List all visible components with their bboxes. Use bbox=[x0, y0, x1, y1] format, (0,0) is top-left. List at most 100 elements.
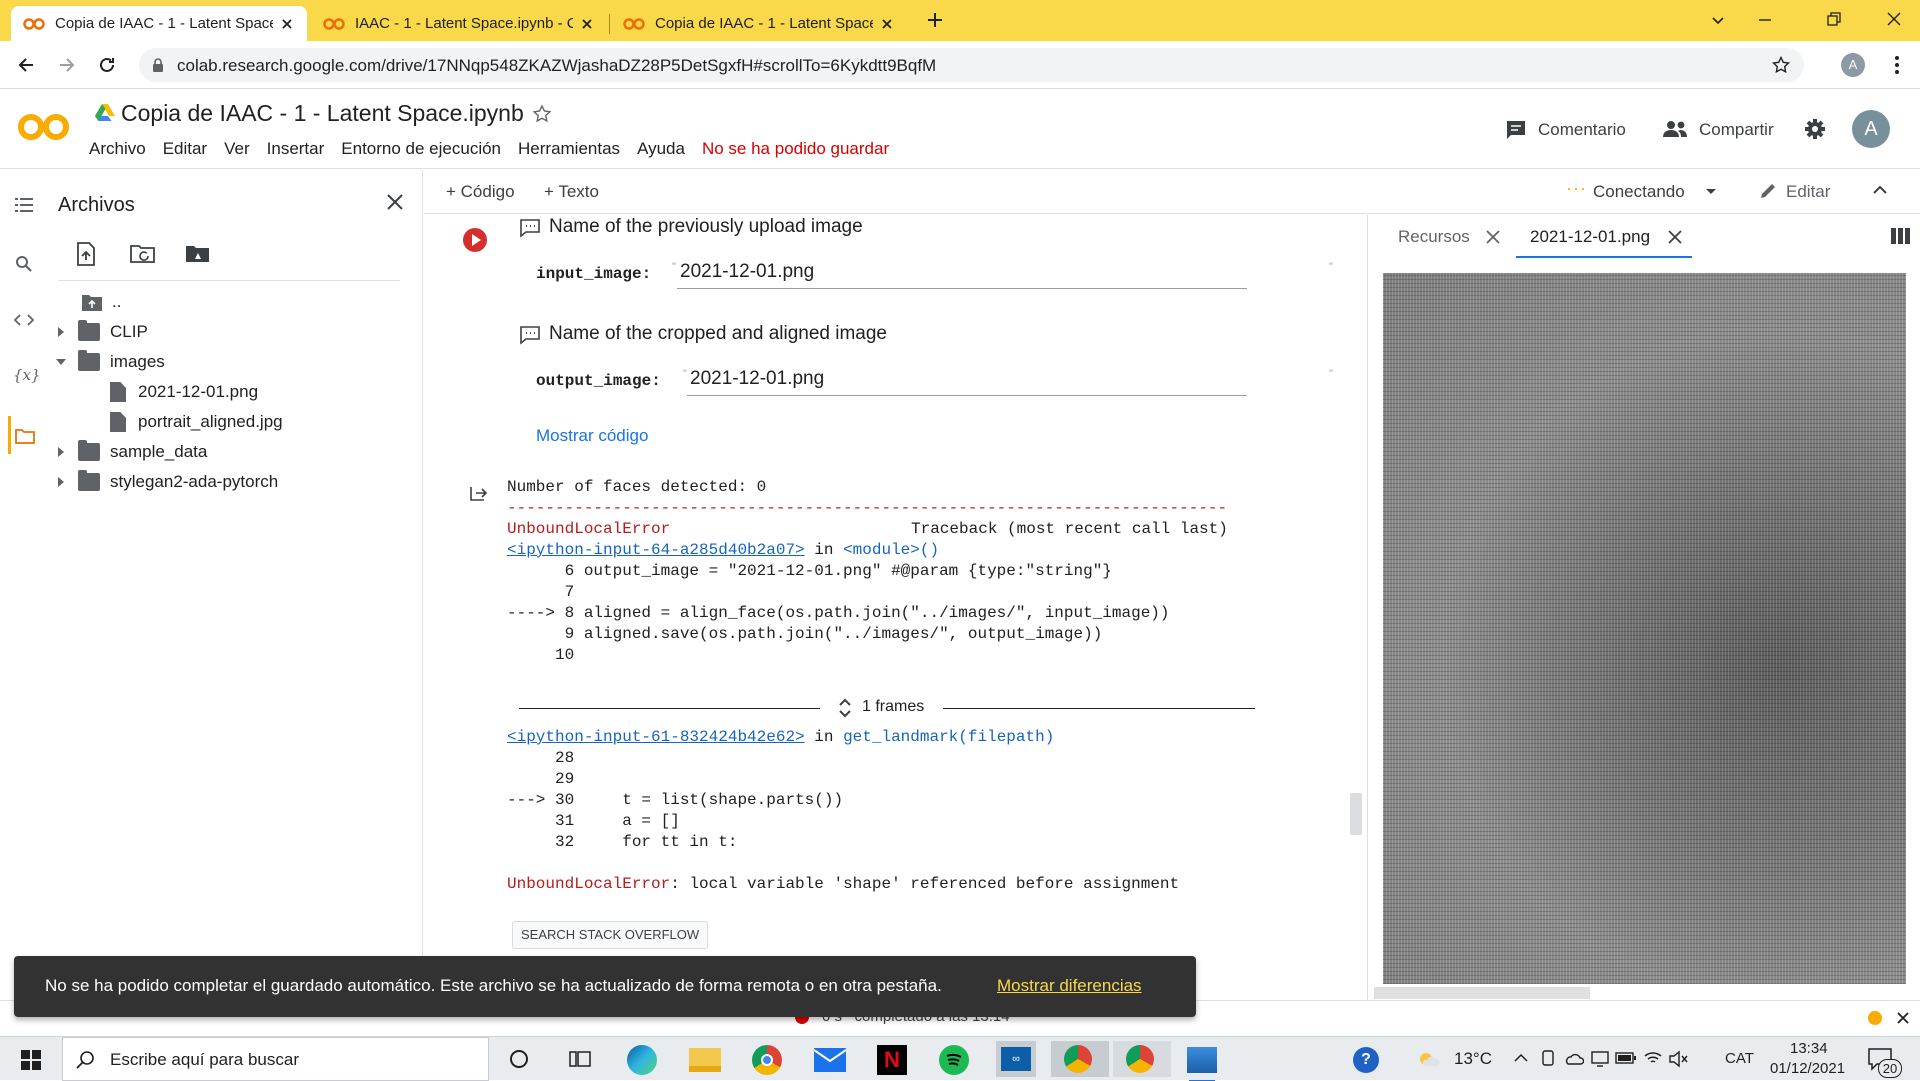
window-close-icon[interactable] bbox=[1886, 11, 1902, 27]
volume-muted-icon[interactable] bbox=[1668, 1050, 1688, 1068]
add-code-button[interactable]: + Código bbox=[446, 182, 515, 202]
taskbar-chrome-profile-1[interactable] bbox=[1051, 1041, 1109, 1077]
menu-entorno[interactable]: Entorno de ejecución bbox=[341, 139, 501, 158]
menu-herramientas[interactable]: Herramientas bbox=[518, 139, 620, 158]
share-people-icon[interactable] bbox=[1662, 120, 1688, 138]
collapse-header-icon[interactable] bbox=[1872, 184, 1888, 196]
display-icon[interactable] bbox=[1591, 1050, 1609, 1068]
close-recursos-icon[interactable] bbox=[1485, 229, 1501, 245]
file-row-png[interactable]: 2021-12-01.png bbox=[110, 378, 258, 406]
clock-time[interactable]: 13:34 bbox=[1790, 1040, 1828, 1057]
file-row-images[interactable]: images bbox=[56, 348, 165, 376]
file-explorer-icon[interactable] bbox=[689, 1048, 721, 1072]
panel-hscroll[interactable] bbox=[1374, 987, 1590, 999]
menu-editar[interactable]: Editar bbox=[163, 139, 207, 158]
bookmark-star-icon[interactable] bbox=[1772, 56, 1790, 74]
output-redirect-icon[interactable] bbox=[468, 483, 488, 503]
colab-logo-icon[interactable] bbox=[18, 112, 70, 142]
task-view-icon[interactable] bbox=[569, 1049, 591, 1069]
code-snippets-icon[interactable] bbox=[14, 313, 34, 327]
runtime-dropdown-icon[interactable] bbox=[1705, 188, 1717, 196]
url-text[interactable]: colab.research.google.com/drive/17NNqp54… bbox=[177, 56, 936, 76]
browser-menu-icon[interactable] bbox=[1894, 55, 1900, 75]
runtime-status[interactable]: Conectando bbox=[1593, 182, 1685, 202]
close-panel-icon[interactable] bbox=[385, 192, 405, 212]
close-tab-icon[interactable] bbox=[879, 16, 895, 32]
file-row-jpg[interactable]: portrait_aligned.jpg bbox=[110, 408, 283, 436]
search-icon[interactable] bbox=[15, 255, 33, 273]
status-close-icon[interactable] bbox=[1896, 1011, 1910, 1025]
files-folder-icon[interactable] bbox=[15, 428, 35, 444]
chrome-icon[interactable] bbox=[752, 1045, 782, 1075]
close-tab-icon[interactable] bbox=[279, 16, 295, 32]
photos-icon[interactable] bbox=[1187, 1047, 1217, 1073]
profile-avatar[interactable]: A bbox=[1841, 53, 1865, 77]
show-code-link[interactable]: Mostrar código bbox=[536, 426, 648, 446]
netflix-icon[interactable]: N bbox=[877, 1045, 907, 1075]
menu-insertar[interactable]: Insertar bbox=[267, 139, 325, 158]
omnibox[interactable]: colab.research.google.com/drive/17NNqp54… bbox=[139, 48, 1804, 82]
weather-icon[interactable] bbox=[1417, 1050, 1441, 1068]
clock-date[interactable]: 01/12/2021 bbox=[1770, 1060, 1845, 1077]
frames-count[interactable]: 1 frames bbox=[862, 698, 924, 716]
tab-recursos[interactable]: Recursos bbox=[1398, 227, 1470, 247]
reload-icon[interactable] bbox=[97, 55, 117, 75]
save-error-link[interactable]: No se ha podido guardar bbox=[702, 139, 889, 158]
forward-icon[interactable] bbox=[57, 55, 77, 75]
toc-list-icon[interactable] bbox=[15, 197, 33, 213]
settings-gear-icon[interactable] bbox=[1804, 118, 1826, 140]
help-icon[interactable]: ? bbox=[1353, 1047, 1379, 1073]
tab-image-file[interactable]: 2021-12-01.png bbox=[1530, 227, 1650, 247]
close-image-tab-icon[interactable] bbox=[1667, 229, 1683, 245]
star-icon[interactable] bbox=[532, 104, 552, 124]
menu-ver[interactable]: Ver bbox=[224, 139, 250, 158]
file-row-sample-data[interactable]: sample_data bbox=[58, 438, 207, 466]
mount-drive-icon[interactable] bbox=[185, 244, 211, 264]
temperature[interactable]: 13°C bbox=[1454, 1049, 1492, 1069]
edge-icon[interactable] bbox=[627, 1045, 657, 1075]
comment-button[interactable]: Comentario bbox=[1538, 120, 1626, 140]
share-button[interactable]: Compartir bbox=[1699, 120, 1774, 140]
tray-chevron-icon[interactable] bbox=[1514, 1053, 1528, 1063]
expand-arrow-icon[interactable] bbox=[58, 477, 64, 487]
tab-search-chevron-icon[interactable] bbox=[1710, 12, 1726, 28]
mail-icon[interactable] bbox=[814, 1048, 846, 1072]
input-image-field[interactable]: 2021-12-01.png bbox=[677, 259, 1247, 289]
user-avatar[interactable]: A bbox=[1852, 110, 1890, 148]
refresh-folder-icon[interactable] bbox=[130, 244, 156, 264]
restore-icon[interactable] bbox=[1826, 11, 1842, 27]
variables-icon[interactable]: {x} bbox=[13, 366, 41, 384]
run-cell-icon[interactable] bbox=[462, 227, 488, 253]
windows-start-icon[interactable] bbox=[21, 1050, 41, 1070]
close-tab-icon[interactable] bbox=[579, 16, 595, 32]
ipython-input-64-link[interactable]: <ipython-input-64-a285d40b2a07> bbox=[507, 541, 805, 559]
split-view-icon[interactable] bbox=[1890, 227, 1912, 245]
onedrive-cloud-icon[interactable] bbox=[1564, 1051, 1584, 1065]
file-row-parent[interactable]: .. bbox=[82, 288, 121, 316]
wifi-icon[interactable] bbox=[1643, 1050, 1663, 1066]
collapse-arrow-icon[interactable] bbox=[56, 359, 66, 365]
browser-tab-2[interactable]: IAAC - 1 - Latent Space.ipynb - C bbox=[311, 6, 607, 41]
expand-arrow-icon[interactable] bbox=[58, 327, 64, 337]
device-icon[interactable] bbox=[1540, 1050, 1556, 1068]
lock-icon[interactable] bbox=[152, 58, 164, 72]
taskbar-chrome-profile-2[interactable] bbox=[1113, 1041, 1171, 1077]
menu-archivo[interactable]: Archivo bbox=[89, 139, 146, 158]
file-row-clip[interactable]: CLIP bbox=[58, 318, 148, 346]
search-stack-overflow-button[interactable]: SEARCH STACK OVERFLOW bbox=[512, 921, 709, 949]
new-tab-icon[interactable] bbox=[925, 10, 945, 30]
edit-button[interactable]: Editar bbox=[1786, 182, 1830, 202]
notebook-title[interactable]: Copia de IAAC - 1 - Latent Space.ipynb bbox=[121, 100, 524, 127]
ipython-input-61-link[interactable]: <ipython-input-61-832424b42e62> bbox=[507, 728, 805, 746]
browser-tab-3[interactable]: Copia de IAAC - 1 - Latent Space bbox=[611, 6, 907, 41]
back-icon[interactable] bbox=[16, 55, 36, 75]
output-image-field[interactable]: 2021-12-01.png bbox=[687, 366, 1247, 396]
taskbar-app-active[interactable]: ∞ bbox=[996, 1041, 1036, 1077]
expand-arrow-icon[interactable] bbox=[58, 447, 64, 457]
upload-file-icon[interactable] bbox=[76, 242, 96, 266]
minimize-icon[interactable] bbox=[1757, 12, 1773, 28]
cortana-icon[interactable] bbox=[509, 1049, 529, 1069]
file-row-stylegan[interactable]: stylegan2-ada-pytorch bbox=[58, 468, 278, 496]
taskbar-search-box[interactable]: Escribe aquí para buscar bbox=[62, 1037, 489, 1081]
spotify-icon[interactable] bbox=[939, 1045, 969, 1075]
